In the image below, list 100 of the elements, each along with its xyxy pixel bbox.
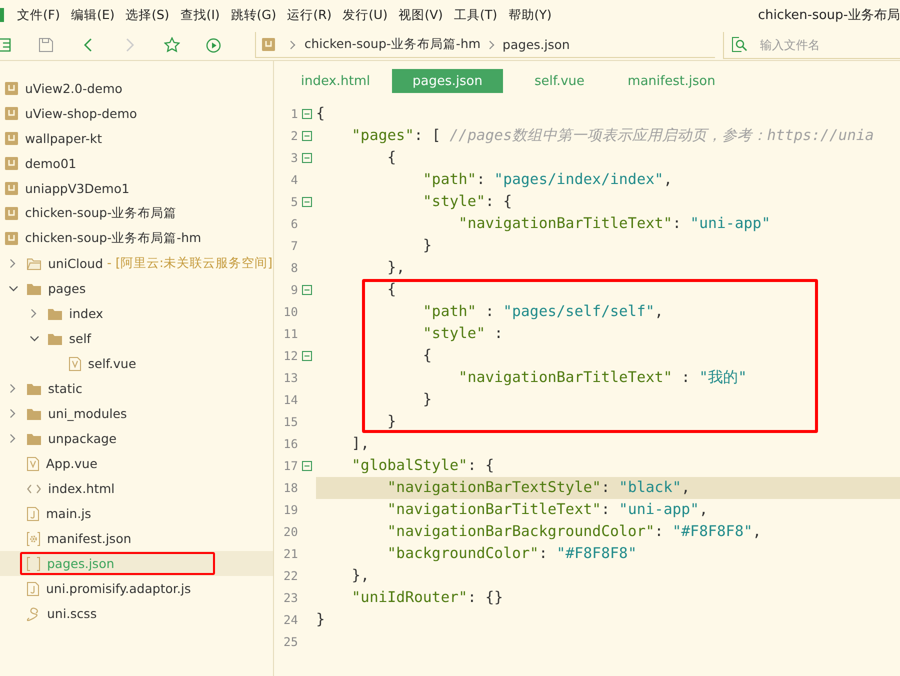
file-tree-item[interactable]: uView2.0-demo <box>0 76 273 101</box>
file-tree-item[interactable]: self <box>0 326 273 351</box>
fold-toggle-icon[interactable] <box>302 285 312 295</box>
line-number: 10 <box>282 305 298 319</box>
fold-toggle-icon[interactable] <box>302 351 312 361</box>
line-number: 1 <box>290 107 298 121</box>
code-line: "backgroundColor": "#F8F8F8" <box>387 544 637 564</box>
code-line: "navigationBarTitleText": "uni-app" <box>458 214 770 234</box>
file-tree-item[interactable]: wallpaper-kt <box>0 126 273 151</box>
fold-toggle-icon[interactable] <box>302 197 312 207</box>
file-tree-item[interactable]: pages <box>0 276 273 301</box>
line-number: 4 <box>290 173 298 187</box>
project-icon <box>5 182 18 195</box>
line-number: 23 <box>282 591 298 605</box>
code-line: } <box>422 390 432 410</box>
window-title: chicken-soup-业务布局 <box>758 7 900 24</box>
folder-icon <box>48 332 62 344</box>
file-tree-item[interactable]: unpackage <box>0 426 273 451</box>
code-brackets-icon <box>27 484 41 494</box>
code-line: "navigationBarTextStyle": "black", <box>387 478 690 498</box>
s-curl-icon <box>27 606 40 620</box>
file-tree-item[interactable]: uni_modules <box>0 401 273 426</box>
file-tree-item[interactable]: self.vue <box>0 351 273 376</box>
fold-toggle-icon[interactable] <box>302 109 312 119</box>
line-number: 7 <box>290 239 298 253</box>
file-tree-item[interactable]: uView-shop-demo <box>0 101 273 126</box>
folder-outline-icon <box>27 258 41 270</box>
menu-item[interactable]: 文件(F) <box>17 6 60 24</box>
app-logo <box>0 8 4 22</box>
code-line: "style": { <box>422 192 512 212</box>
file-tree-item[interactable]: demo01 <box>0 151 273 176</box>
star-button[interactable] <box>162 35 182 55</box>
code-line: } <box>387 412 396 432</box>
line-number: 16 <box>282 437 298 451</box>
menu-item[interactable]: 发行(U) <box>342 6 388 24</box>
line-number: 13 <box>282 371 298 385</box>
folder-icon <box>27 382 41 394</box>
file-search-field[interactable]: 输入文件名 <box>760 38 900 52</box>
menu-item[interactable]: 视图(V) <box>398 6 443 24</box>
code-line: "navigationBarTitleText" : "我的" <box>458 368 747 388</box>
menu-item[interactable]: 帮助(Y) <box>508 6 552 24</box>
star-icon <box>164 37 180 53</box>
file-tree-item[interactable]: chicken-soup-业务布局篇 <box>0 201 273 226</box>
folder-icon <box>48 308 62 320</box>
breadcrumb-item[interactable]: pages.json <box>502 37 570 52</box>
fold-toggle-icon[interactable] <box>302 153 312 163</box>
menu-item[interactable]: 查找(I) <box>180 6 220 24</box>
chevron-right-icon[interactable] <box>10 434 16 443</box>
code-line: ], <box>352 434 370 454</box>
chevron-right-icon[interactable] <box>10 409 16 418</box>
file-tree-item[interactable]: uni.promisify.adaptor.js <box>0 576 273 601</box>
code-line: } <box>316 610 325 630</box>
file-tree-item[interactable]: index <box>0 301 273 326</box>
menu-item[interactable]: 工具(T) <box>454 6 498 24</box>
file-tree-item[interactable]: main.js <box>0 501 273 526</box>
line-number: 22 <box>282 569 298 583</box>
code-line: "path" : "pages/self/self", <box>422 302 664 322</box>
chevron-right-icon[interactable] <box>10 384 16 393</box>
file-tree-item[interactable]: manifest.json <box>0 526 273 551</box>
file-tree-item[interactable]: static <box>0 376 273 401</box>
code-line: "uniIdRouter": {} <box>352 588 504 608</box>
line-number: 20 <box>282 525 298 539</box>
menu-item[interactable]: 选择(S) <box>126 6 170 24</box>
breadcrumb-item[interactable]: chicken-soup-业务布局篇-hm <box>304 36 481 53</box>
code-line: } <box>422 236 432 256</box>
line-number: 24 <box>282 613 298 627</box>
project-icon <box>5 82 18 95</box>
file-tree-item[interactable]: uni.scss <box>0 601 273 626</box>
code-line: "path": "pages/index/index", <box>422 170 672 190</box>
fold-toggle-icon[interactable] <box>302 131 312 141</box>
line-number: 3 <box>290 151 298 165</box>
chevron-down-icon[interactable] <box>30 336 38 342</box>
file-tree-item[interactable]: uniappV3Demo1 <box>0 176 273 201</box>
file-v-icon <box>69 356 81 370</box>
code-line: { <box>387 280 396 300</box>
file-tree-item[interactable]: chicken-soup-业务布局篇-hm <box>0 226 273 251</box>
folder-icon <box>27 432 41 444</box>
file-tree-item[interactable]: uniCloud - [阿里云:未关联云服务空间] <box>0 251 273 276</box>
code-line: "globalStyle": { <box>352 456 494 476</box>
code-line: "navigationBarBackgroundColor": "#F8F8F8", <box>387 522 762 542</box>
line-number: 15 <box>282 415 298 429</box>
code-line: "navigationBarTitleText": "uni-app", <box>387 500 708 520</box>
line-number: 18 <box>282 481 298 495</box>
menu-item[interactable]: 运行(R) <box>287 6 332 24</box>
file-v-icon <box>27 456 39 470</box>
chevron-right-icon[interactable] <box>31 309 37 318</box>
line-number: 19 <box>282 503 298 517</box>
file-tree-item[interactable]: App.vue <box>0 451 273 476</box>
chevron-right-icon[interactable] <box>10 259 16 268</box>
line-number: 11 <box>282 327 298 341</box>
project-icon <box>5 107 18 120</box>
code-line: }, <box>387 258 406 278</box>
code-line: }, <box>352 566 370 586</box>
chevron-down-icon[interactable] <box>8 286 18 292</box>
menu-item[interactable]: 编辑(E) <box>70 6 115 24</box>
file-tree-item[interactable]: index.html <box>0 476 273 501</box>
save-icon <box>38 38 53 52</box>
menu-item[interactable]: 跳转(G) <box>230 6 276 24</box>
code-line: "pages": [ //pages数组中第一项表示应用启动页，参考：https://unia <box>352 126 874 146</box>
fold-toggle-icon[interactable] <box>302 461 312 471</box>
